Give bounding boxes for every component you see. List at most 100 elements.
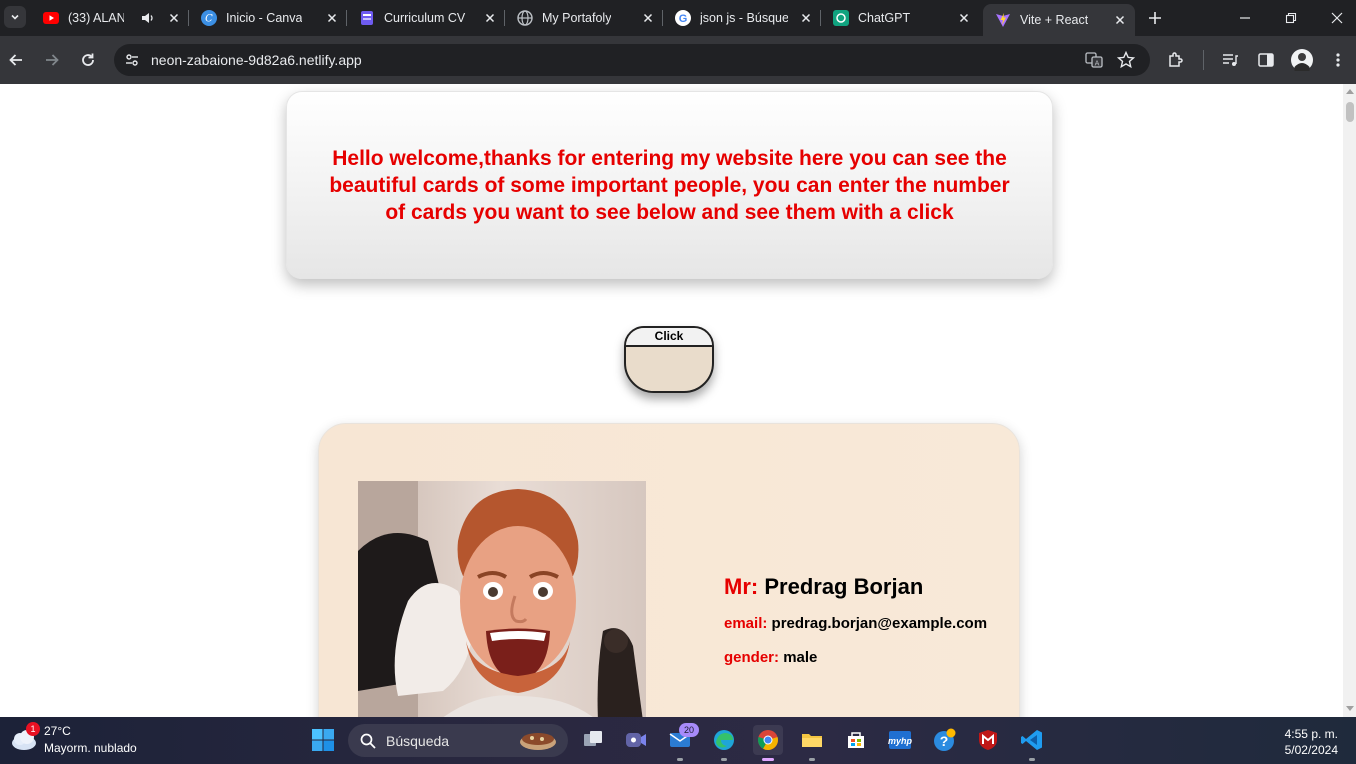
forward-button[interactable] [40,48,64,72]
side-panel-button[interactable] [1254,48,1278,72]
translate-icon[interactable]: A [1084,50,1104,70]
side-panel-icon [1258,53,1274,67]
close-tab-icon[interactable] [799,11,813,25]
search-placeholder: Búsqueda [386,733,450,749]
video-chat-icon [626,733,646,747]
speaker-icon[interactable] [141,11,155,28]
windows-taskbar: 1 27°C Mayorm. nublado Búsqueda 20 myhp … [0,717,1356,764]
vite-icon [995,12,1011,28]
close-tab-icon[interactable] [325,11,339,25]
tab-search-dropdown-button[interactable] [4,6,26,28]
tab-title: Curriculum CV M [384,11,469,25]
arrow-left-icon [9,54,22,66]
system-clock[interactable]: 4:55 p. m. 5/02/2024 [1285,726,1338,758]
close-tab-icon[interactable] [483,11,497,25]
svg-text:G: G [679,13,688,25]
tab-title: ChatGPT [858,11,911,25]
address-bar[interactable]: neon-zabaione-9d82a6.netlify.app A [114,44,1150,76]
reload-icon [82,53,94,66]
profile-avatar[interactable] [1290,48,1314,72]
svg-text:myhp: myhp [888,736,912,746]
tab-title: json js - Búsqueda [700,11,788,25]
hp-app-button[interactable]: myhp [885,725,915,755]
tab-google-search[interactable]: G json js - Búsqueda [663,0,821,36]
edge-button[interactable] [709,725,739,761]
welcome-banner: Hello welcome,thanks for entering my web… [286,91,1053,279]
arrow-right-icon [46,54,59,66]
media-controls-button[interactable] [1218,48,1242,72]
avatar-icon [1291,49,1313,71]
person-email-row: email: predrag.borjan@example.com [724,615,987,632]
person-title: Mr: [724,574,759,599]
restore-icon [1285,12,1297,24]
close-tab-icon[interactable] [957,11,971,25]
shield-icon [979,730,997,750]
minimize-icon [1240,17,1250,19]
tab-chatgpt[interactable]: ChatGPT [821,0,979,36]
browser-menu-button[interactable] [1326,48,1350,72]
url-text[interactable]: neon-zabaione-9d82a6.netlify.app [151,52,362,68]
person-name: Mr: Predrag Borjan [724,574,987,600]
clock-date: 5/02/2024 [1284,743,1338,757]
start-button[interactable] [308,725,338,755]
search-highlight-icon [520,733,556,750]
gender-value: male [783,649,818,666]
gender-label: gender: [724,649,780,666]
svg-text:?: ? [940,733,949,749]
taskbar-search[interactable]: Búsqueda [348,724,568,757]
folder-icon [802,734,822,747]
welcome-text: Hello welcome,thanks for entering my web… [329,146,1010,224]
email-label: email: [724,615,768,632]
tab-title: Vite + React [1020,13,1089,27]
google-icon: G [675,10,691,26]
close-window-button[interactable] [1327,8,1347,28]
puzzle-icon [1169,52,1183,67]
tab-portafoly[interactable]: My Portafoly [505,0,663,36]
vscode-button[interactable] [1017,725,1047,761]
help-app-button[interactable]: ? [929,725,959,755]
svg-text:C: C [205,14,213,25]
chrome-button[interactable] [753,725,783,761]
tab-curriculum[interactable]: Curriculum CV M [347,0,505,36]
weather-condition: Mayorm. nublado [44,741,137,755]
help-icon: ? [934,728,956,751]
close-tab-icon[interactable] [641,11,655,25]
svg-text:A: A [1095,60,1100,68]
file-explorer-button[interactable] [797,725,827,761]
document-icon [359,10,375,26]
store-button[interactable] [841,725,871,755]
mail-badge: 20 [679,723,699,737]
mcafee-button[interactable] [973,725,1003,755]
tab-title: (33) ALAN W [68,11,124,25]
minimize-button[interactable] [1235,8,1255,28]
page-scrollbar[interactable] [1343,84,1356,717]
extensions-button[interactable] [1164,48,1188,72]
tab-vite-react[interactable]: Vite + React [983,4,1135,36]
person-gender-row: gender: male [724,649,987,666]
globe-icon [517,10,533,26]
restore-button[interactable] [1281,8,1301,28]
person-full-name: Predrag Borjan [764,574,924,599]
tab-youtube[interactable]: (33) ALAN W [31,0,189,36]
scroll-down-arrow-icon[interactable] [1346,706,1354,711]
scrollbar-thumb[interactable] [1346,102,1354,122]
task-view-button[interactable] [578,725,608,755]
scroll-up-arrow-icon[interactable] [1346,89,1354,94]
plus-icon [1149,12,1161,24]
chevron-down-icon [11,14,19,20]
back-button[interactable] [4,48,28,72]
close-tab-icon[interactable] [167,11,181,25]
meet-app-button[interactable] [621,725,651,755]
new-tab-button[interactable] [1145,8,1165,28]
canva-icon: C [201,10,217,26]
bookmark-star-icon[interactable] [1116,50,1136,70]
reload-button[interactable] [76,48,100,72]
clock-time: 4:55 p. m. [1284,727,1338,741]
click-button[interactable]: Click [624,326,714,393]
windows-logo-icon [312,729,334,751]
close-tab-icon[interactable] [1113,13,1127,27]
tab-title: Inicio - Canva [226,11,303,25]
edge-icon [714,730,734,750]
tab-canva[interactable]: C Inicio - Canva [189,0,347,36]
site-settings-icon[interactable] [122,50,142,70]
